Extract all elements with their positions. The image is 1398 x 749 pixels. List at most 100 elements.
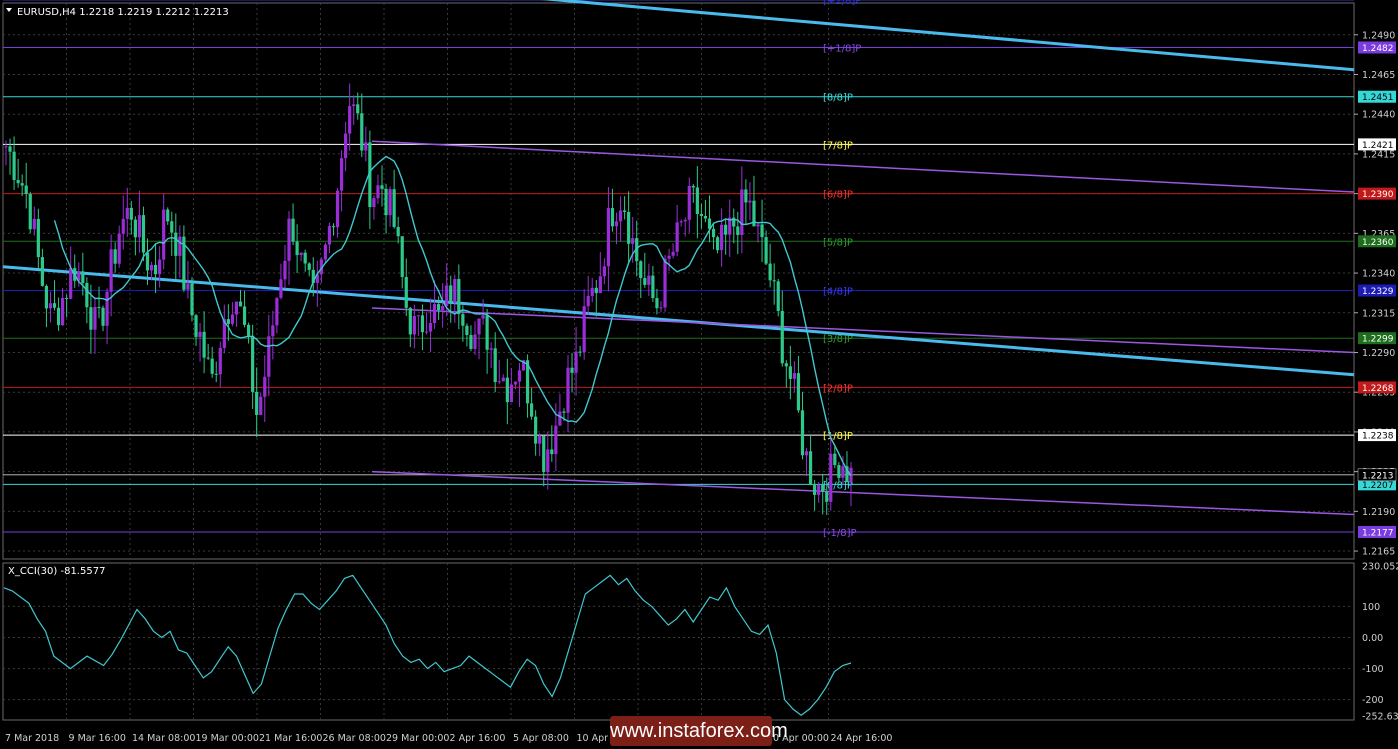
candle-body <box>639 261 643 279</box>
candle-body <box>477 318 481 335</box>
candle-body <box>784 363 788 367</box>
candle-body <box>445 285 449 306</box>
candle-body <box>602 266 606 277</box>
candle-body <box>473 334 477 349</box>
candle-body <box>149 264 154 271</box>
candle-body <box>534 416 538 444</box>
level-label: [1/8]P <box>823 431 853 442</box>
candle-body <box>441 305 445 311</box>
candle-body <box>449 285 453 303</box>
candle-body <box>121 218 125 234</box>
candle-body <box>424 331 429 333</box>
cci-axis: 230.0522 100 0.00 -100 -200 -252.632 <box>1362 562 1398 723</box>
price-tick-label: 1.2440 <box>1362 110 1395 121</box>
candle-body <box>52 303 57 308</box>
candle-body <box>497 381 501 383</box>
time-tick-label: 26 Mar 08:00 <box>323 733 386 744</box>
candle-body <box>117 233 121 264</box>
level-price-label: 1.2421 <box>1362 141 1394 151</box>
candle-body <box>643 278 647 285</box>
candle-body <box>307 263 311 270</box>
candle-body <box>206 357 210 359</box>
candle-body <box>667 255 671 259</box>
candle-body <box>542 435 546 472</box>
level-price-label: 1.2390 <box>1362 190 1394 200</box>
level-price-label: 1.2360 <box>1362 238 1394 248</box>
candle-body <box>825 491 829 502</box>
level-label: [2/8]P <box>823 383 853 394</box>
candle-body <box>69 268 73 299</box>
price-chart[interactable]: [+2/8]P [+1/8]P [8/8]P [7/8]P [6/8]P [5/8]P [4… <box>0 0 1398 749</box>
candle-body <box>574 351 578 373</box>
candle-body <box>85 283 89 308</box>
price-tick-label: 1.2465 <box>1362 70 1395 81</box>
candle-body <box>295 241 299 256</box>
candle-body <box>655 298 659 309</box>
candle-body <box>566 367 570 413</box>
candle-body <box>813 485 817 495</box>
candle-body <box>416 315 420 317</box>
level-label: [8/8]P <box>823 93 853 104</box>
candle-body <box>287 218 291 261</box>
candle-body <box>101 307 105 326</box>
candle-body <box>279 279 283 298</box>
candle-body <box>699 213 704 216</box>
candle-body <box>12 151 16 180</box>
candle-body <box>505 377 509 403</box>
cci-tick-label: -200 <box>1362 695 1384 706</box>
candle-body <box>792 373 796 379</box>
candle-body <box>360 113 364 151</box>
candle-body <box>659 307 663 309</box>
candle-body <box>691 185 695 188</box>
candle-body <box>28 193 32 230</box>
candle-body <box>457 279 461 315</box>
candle-body <box>299 252 303 256</box>
candle-body <box>32 218 36 230</box>
candle-body <box>817 484 821 495</box>
candle-body <box>4 146 8 148</box>
candle-body <box>162 209 166 260</box>
candle-body <box>578 351 582 353</box>
price-tick-label: 1.2490 <box>1362 30 1395 41</box>
candle-body <box>352 104 356 107</box>
candle-body <box>590 287 594 296</box>
candle-body <box>36 218 40 258</box>
candle-body <box>145 252 150 271</box>
candle-body <box>93 307 97 330</box>
price-tick-label: 1.2190 <box>1362 507 1395 518</box>
candle-body <box>598 276 602 294</box>
candle-body <box>44 285 49 309</box>
time-tick-label: 24 Apr 16:00 <box>831 733 893 744</box>
candle-body <box>703 215 708 219</box>
level-label: [+1/8]P <box>823 43 861 54</box>
candle-body <box>554 425 558 455</box>
price-tick-label: 1.2340 <box>1362 269 1395 280</box>
candle-body <box>711 228 716 238</box>
time-tick-label: 5 Apr 08:00 <box>513 733 569 744</box>
candle-body <box>230 314 235 324</box>
level-label: [3/8]P <box>823 334 853 345</box>
candle-body <box>246 324 251 336</box>
candle-body <box>89 307 93 330</box>
candle-body <box>509 384 513 403</box>
candle-body <box>465 325 469 335</box>
candle-body <box>780 310 784 364</box>
candle-body <box>214 373 218 375</box>
cci-panel <box>2 562 1355 721</box>
candle-body <box>610 208 615 227</box>
candle-body <box>740 189 744 235</box>
candle-body <box>380 185 384 189</box>
candle-body <box>715 237 720 251</box>
candle-body <box>720 224 724 251</box>
candle-body <box>372 198 376 208</box>
time-tick-label: 14 Mar 08:00 <box>132 733 195 744</box>
candle-body <box>339 158 344 191</box>
candle-body <box>614 221 619 227</box>
candle-body <box>303 252 307 264</box>
candle-body <box>428 323 433 332</box>
candle-body <box>529 403 534 417</box>
candle-body <box>546 449 550 472</box>
candle-body <box>267 336 271 377</box>
cci-tick-label: 230.0522 <box>1362 562 1398 573</box>
candle-body <box>586 295 590 307</box>
